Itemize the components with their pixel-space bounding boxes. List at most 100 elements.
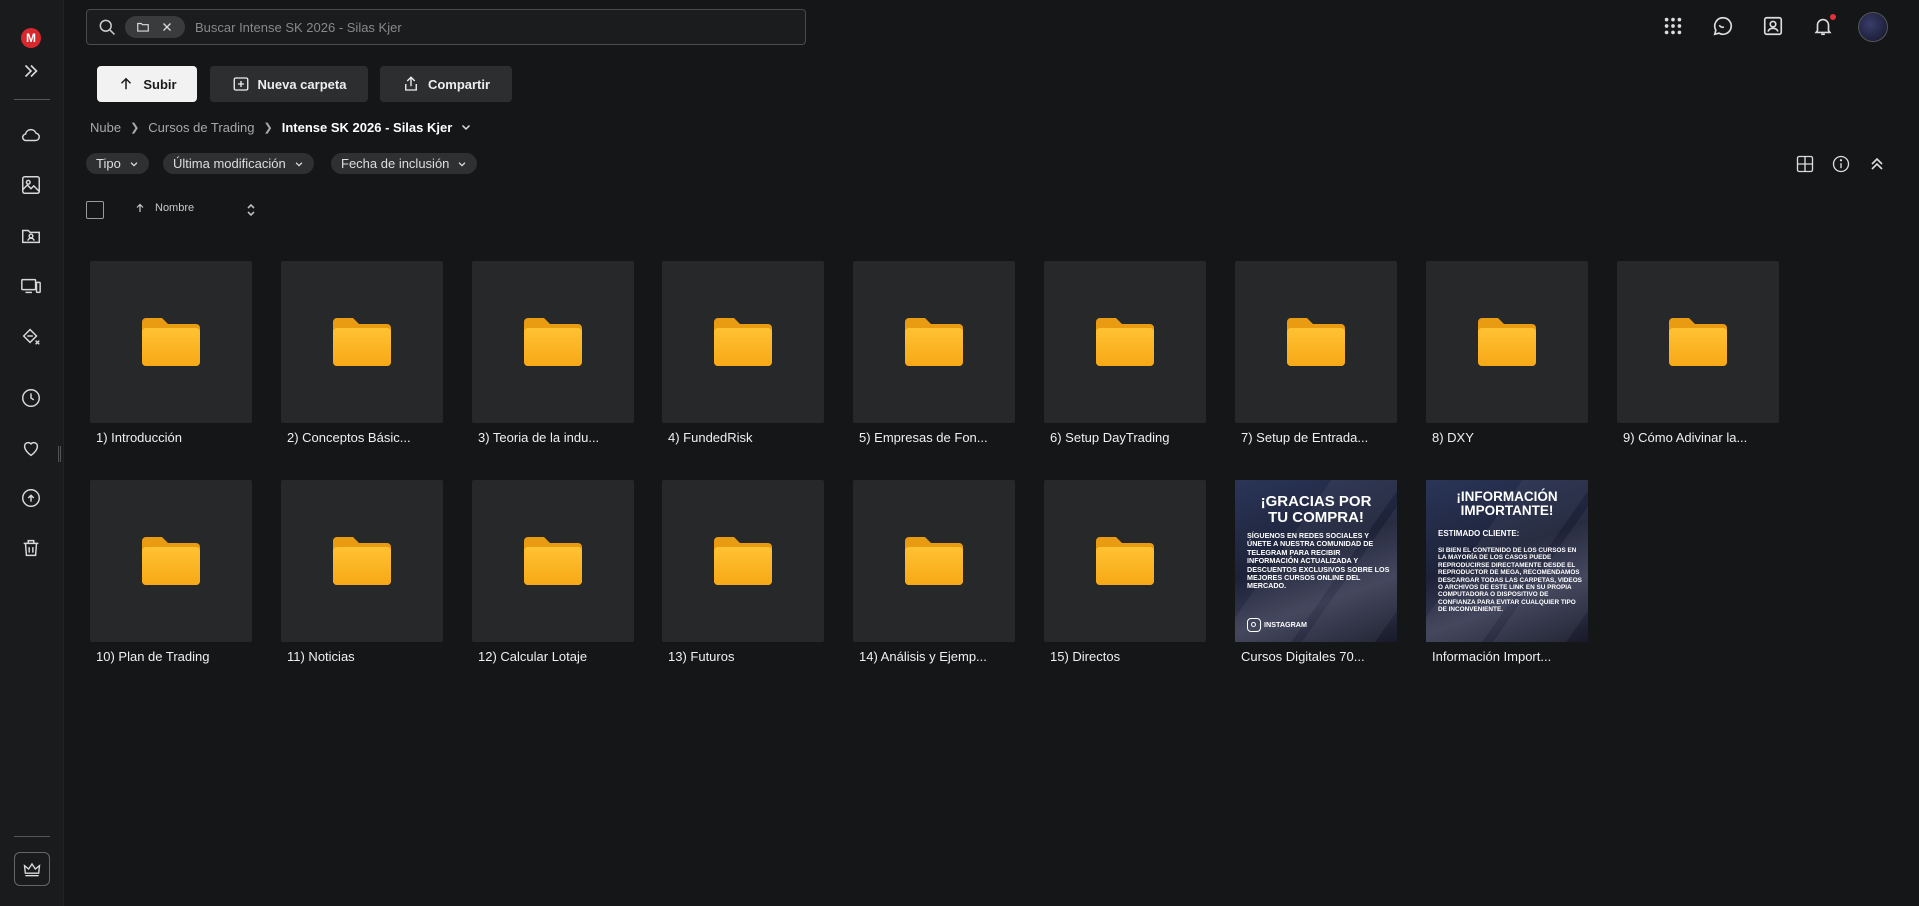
filter-type[interactable]: Tipo	[86, 153, 149, 174]
folder-thumbnail[interactable]	[1617, 261, 1779, 423]
folder-tile[interactable]: 5) Empresas de Fon...	[853, 261, 1015, 445]
instagram-icon	[1247, 618, 1261, 632]
chevron-down-icon	[130, 161, 138, 167]
folder-tile[interactable]: 1) Introducción	[90, 261, 252, 445]
sort-by-name[interactable]: Nombre	[134, 202, 194, 214]
folder-tile[interactable]: 2) Conceptos Básic...	[281, 261, 443, 445]
filter-last-modified[interactable]: Última modificación	[163, 153, 314, 174]
arrow-up-icon	[121, 77, 132, 90]
new-folder-button[interactable]: Nueva carpeta	[210, 66, 368, 102]
breadcrumb-item-nube[interactable]: Nube	[90, 120, 121, 135]
folder-tile[interactable]: 10) Plan de Trading	[90, 480, 252, 664]
transfer-it-icon[interactable]	[19, 324, 43, 348]
folder-thumbnail[interactable]	[1235, 261, 1397, 423]
folder-tile[interactable]: 13) Futuros	[662, 480, 824, 664]
image-thumbnail[interactable]: ¡GRACIAS POR TU COMPRA! SÍGUENOS EN REDES…	[1235, 480, 1397, 642]
folder-thumbnail[interactable]	[1044, 480, 1206, 642]
folder-label: 15) Directos	[1050, 649, 1121, 664]
folder-tile[interactable]: 4) FundedRisk	[662, 261, 824, 445]
devices-icon[interactable]	[19, 274, 43, 298]
folder-tile[interactable]: 9) Cómo Adivinar la...	[1617, 261, 1779, 445]
image-heading: ¡GRACIAS POR TU COMPRA!	[1260, 493, 1372, 526]
chat-icon[interactable]	[1710, 13, 1736, 39]
share-icon	[405, 76, 417, 91]
folder-thumbnail[interactable]	[853, 480, 1015, 642]
folder-icon	[524, 318, 582, 366]
search-input[interactable]	[195, 19, 805, 35]
folder-label: 11) Noticias	[287, 649, 355, 664]
folder-tile[interactable]: 12) Calcular Lotaje	[472, 480, 634, 664]
filter-date-added[interactable]: Fecha de inclusión	[331, 153, 478, 174]
recents-icon[interactable]	[19, 386, 43, 410]
notifications-bell-icon[interactable]	[1810, 13, 1836, 39]
info-icon[interactable]	[1830, 153, 1852, 175]
image-tile[interactable]: ¡GRACIAS POR TU COMPRA! SÍGUENOS EN REDES…	[1235, 480, 1397, 664]
folder-label: 10) Plan de Trading	[96, 649, 210, 664]
upgrade-crown-button[interactable]	[14, 852, 50, 886]
share-button[interactable]: Compartir	[380, 66, 512, 102]
search-icon	[99, 19, 116, 36]
folder-tile[interactable]: 8) DXY	[1426, 261, 1588, 445]
expand-sidebar-icon[interactable]	[19, 59, 43, 83]
chevron-down-icon[interactable]	[460, 121, 472, 133]
folder-thumbnail[interactable]	[472, 261, 634, 423]
folder-thumbnail[interactable]	[1426, 261, 1588, 423]
close-icon[interactable]	[160, 20, 174, 34]
sidebar-resize-handle[interactable]	[58, 446, 61, 462]
folder-thumbnail[interactable]	[281, 480, 443, 642]
folder-icon	[905, 537, 963, 585]
folder-icon	[1096, 537, 1154, 585]
photos-icon[interactable]	[19, 173, 43, 197]
breadcrumb-current[interactable]: Intense SK 2026 - Silas Kjer	[282, 120, 453, 135]
folder-icon	[333, 537, 391, 585]
apps-grid-icon[interactable]	[1660, 13, 1686, 39]
shared-items-icon[interactable]	[19, 224, 43, 248]
folder-tile[interactable]: 3) Teoria de la indu...	[472, 261, 634, 445]
folder-icon	[137, 22, 149, 32]
image-subheading: ESTIMADO CLIENTE:	[1438, 529, 1520, 538]
folder-label: 5) Empresas de Fon...	[859, 430, 988, 445]
upload-button[interactable]: Subir	[97, 66, 197, 102]
search-bar[interactable]	[86, 9, 806, 45]
folder-label: 13) Futuros	[668, 649, 735, 664]
arrow-up-icon	[136, 203, 144, 212]
grid-view-icon[interactable]	[1794, 153, 1816, 175]
sidebar: M	[0, 0, 64, 906]
folder-tile[interactable]: 14) Análisis y Ejemp...	[853, 480, 1015, 664]
favourites-icon[interactable]	[19, 436, 43, 460]
folder-icon	[714, 537, 772, 585]
backups-icon[interactable]	[19, 486, 43, 510]
chevron-down-icon	[459, 161, 466, 167]
collapse-double-chevron-icon[interactable]	[1866, 153, 1888, 175]
folder-thumbnail[interactable]	[90, 261, 252, 423]
folder-thumbnail[interactable]	[281, 261, 443, 423]
sidebar-bottom-divider	[14, 836, 50, 837]
breadcrumb-item-cursos[interactable]: Cursos de Trading	[148, 120, 254, 135]
mega-logo[interactable]: M	[21, 28, 41, 48]
folder-tile[interactable]: 6) Setup DayTrading	[1044, 261, 1206, 445]
image-body-text: SI BIEN EL CONTENIDO DE LOS CURSOS EN LA…	[1438, 547, 1582, 614]
select-all-checkbox[interactable]	[86, 201, 104, 219]
cloud-drive-icon[interactable]	[19, 123, 43, 147]
folder-thumbnail[interactable]	[662, 480, 824, 642]
sort-toggle-icon[interactable]	[245, 201, 257, 219]
user-avatar[interactable]	[1858, 12, 1888, 42]
folder-icon	[1669, 318, 1727, 366]
image-tile[interactable]: ¡INFORMACIÓN IMPORTANTE! ESTIMADO CLIENTE…	[1426, 480, 1588, 664]
folder-thumbnail[interactable]	[1044, 261, 1206, 423]
folder-thumbnail[interactable]	[853, 261, 1015, 423]
image-thumbnail[interactable]: ¡INFORMACIÓN IMPORTANTE! ESTIMADO CLIENTE…	[1426, 480, 1588, 642]
image-footer-text: INSTAGRAM	[1264, 619, 1307, 629]
folder-thumbnail[interactable]	[662, 261, 824, 423]
folder-thumbnail[interactable]	[472, 480, 634, 642]
image-body-text: SÍGUENOS EN REDES SOCIALES Y ÚNETE A NUE…	[1247, 531, 1390, 591]
sidebar-divider	[14, 99, 50, 100]
folder-tile[interactable]: 7) Setup de Entrada...	[1235, 261, 1397, 445]
folder-tile[interactable]: 11) Noticias	[281, 480, 443, 664]
folder-scope-chip[interactable]	[125, 16, 185, 38]
folder-thumbnail[interactable]	[90, 480, 252, 642]
folder-tile[interactable]: 15) Directos	[1044, 480, 1206, 664]
rubbish-bin-icon[interactable]	[19, 536, 43, 560]
folder-label: 8) DXY	[1432, 430, 1474, 445]
contacts-icon[interactable]	[1760, 13, 1786, 39]
